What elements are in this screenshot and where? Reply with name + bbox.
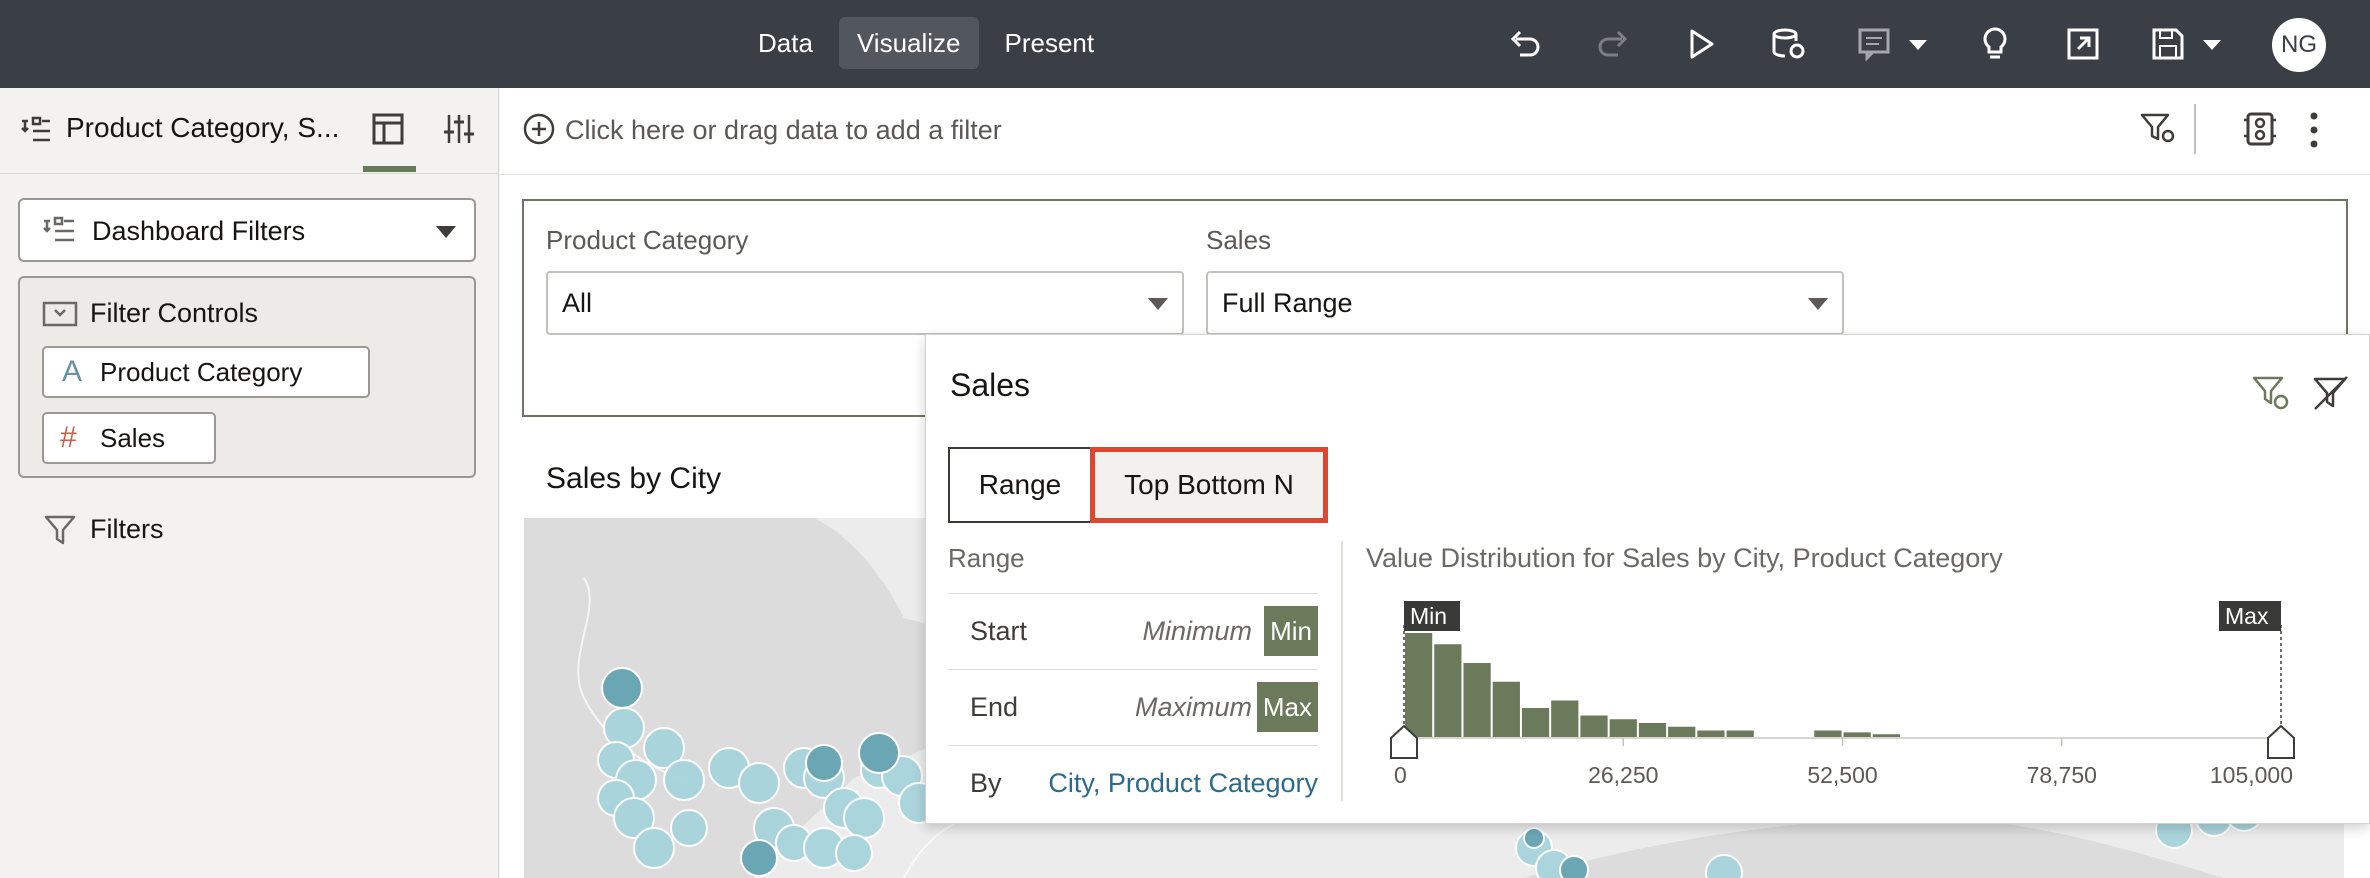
product-category-select[interactable]: All [546,271,1184,335]
product-category-label: Product Category [546,225,749,255]
filter-settings-icon[interactable] [2140,112,2176,151]
filter-bar[interactable]: Click here or drag data to add a filter [500,88,2370,175]
comment-icon[interactable] [1855,22,1935,66]
popup-title: Sales [950,367,1031,403]
chip-label: Product Category [100,357,303,387]
top-bar: Data Visualize Present NG [0,0,2370,88]
add-circle-icon [522,112,556,151]
max-tag[interactable]: Max [1256,682,1318,732]
active-tab-indicator [363,166,416,172]
select-value: All [562,288,593,318]
histogram-bar [1814,730,1842,738]
by-value-link[interactable]: City, Product Category [1048,768,1318,799]
chip-product-category[interactable]: A Product Category [42,346,370,398]
histogram-bar [1726,730,1754,738]
panel-header: Product Category, S... [0,88,499,174]
histogram-bar [1697,730,1725,738]
filter-bar-placeholder: Click here or drag data to add a filter [565,115,1002,145]
clear-filter-icon[interactable] [2311,373,2351,418]
insights-icon[interactable] [1973,22,2017,66]
filter-controls-title: Filter Controls [90,298,259,328]
filter-mode-tabs: Range Top Bottom N [948,447,1328,523]
filters-tab-icon[interactable] [370,112,406,151]
refresh-data-icon[interactable] [1767,22,1811,66]
undo-icon[interactable] [1503,22,1547,66]
filter-list-icon [42,216,76,251]
x-tick-label: 26,250 [1588,762,1658,788]
histogram-bar [1580,715,1608,738]
auto-apply-icon[interactable] [2242,110,2278,153]
sales-select[interactable]: Full Range [1206,271,1844,335]
export-icon[interactable] [2061,22,2105,66]
histogram-bar [1492,681,1520,738]
viz-title: Sales by City [546,462,722,495]
sales-label: Sales [1206,225,1272,255]
row-value: Minimum [1142,616,1252,646]
distribution-title: Value Distribution for Sales by City, Pr… [1366,543,2003,573]
chevron-down-icon [1148,298,1168,310]
histogram-bar [1434,644,1462,738]
panel-title: Product Category, S... [66,112,340,143]
mode-data[interactable]: Data [740,17,831,69]
chip-label: Sales [100,423,166,453]
max-label: Max [2225,603,2269,629]
dashboard-filters-dropdown[interactable]: Dashboard Filters [18,198,476,262]
filter-list-icon [20,116,52,151]
tab-range[interactable]: Range [948,447,1092,523]
histogram-bar [1521,708,1550,738]
row-value: Maximum [1134,692,1252,722]
start-row[interactable]: Start Minimum Min [948,593,1318,669]
row-key: End [970,692,1019,722]
end-row[interactable]: End Maximum Max [948,669,1318,745]
histogram-bar [1638,723,1667,738]
by-row[interactable]: By City, Product Category [948,745,1318,821]
chevron-down-icon [1808,298,1828,310]
more-options-icon[interactable] [2308,110,2320,155]
toolbar-divider [2194,104,2196,154]
min-tag[interactable]: Min [1264,606,1318,656]
chip-sales[interactable]: # Sales [42,412,216,464]
mode-visualize[interactable]: Visualize [838,17,979,69]
x-tick-label: 0 [1394,762,1407,788]
properties-tab-icon[interactable] [442,112,476,151]
histogram-bar [1463,663,1491,738]
filter-controls-icon [42,300,78,333]
histogram-bar [1609,719,1637,738]
mode-switcher: Data Visualize Present [740,17,1112,69]
mode-present[interactable]: Present [987,17,1113,69]
min-label: Min [1410,603,1447,629]
tab-top-bottom-n[interactable]: Top Bottom N [1090,447,1328,523]
row-key: By [970,768,1002,798]
x-tick-label: 105,000 [2210,762,2293,788]
save-icon[interactable] [2149,22,2229,66]
range-heading: Range [948,543,1025,573]
redo-icon [1591,22,1635,66]
histogram-bar [1668,726,1696,738]
filter-controls-section: Filter Controls A Product Category # Sal… [18,276,476,478]
select-value: Full Range [1222,288,1353,318]
attribute-icon: A [62,355,83,388]
histogram-bar [1551,700,1579,738]
max-slider-handle[interactable] [2267,724,2295,759]
sales-filter-popup: Sales Range Top Bottom N Range Start Min… [925,334,2370,824]
user-avatar[interactable]: NG [2272,18,2326,72]
popup-divider [1341,541,1343,801]
chevron-down-icon [436,226,456,238]
funnel-icon [44,514,76,551]
filter-settings-icon[interactable] [2251,373,2291,418]
distribution-chart[interactable]: Min Max 0 26,250 52,500 78,750 105,000 [1356,585,2356,825]
row-key: Start [970,616,1028,646]
dropdown-label: Dashboard Filters [92,216,306,246]
x-tick-label: 78,750 [2027,762,2097,788]
histogram-bar [1405,633,1433,738]
play-icon[interactable] [1679,22,1723,66]
filters-label: Filters [90,514,164,544]
measure-icon: # [60,421,77,454]
x-tick-label: 52,500 [1807,762,1877,788]
data-panel: Product Category, S... Dashboard Filters… [0,88,499,878]
